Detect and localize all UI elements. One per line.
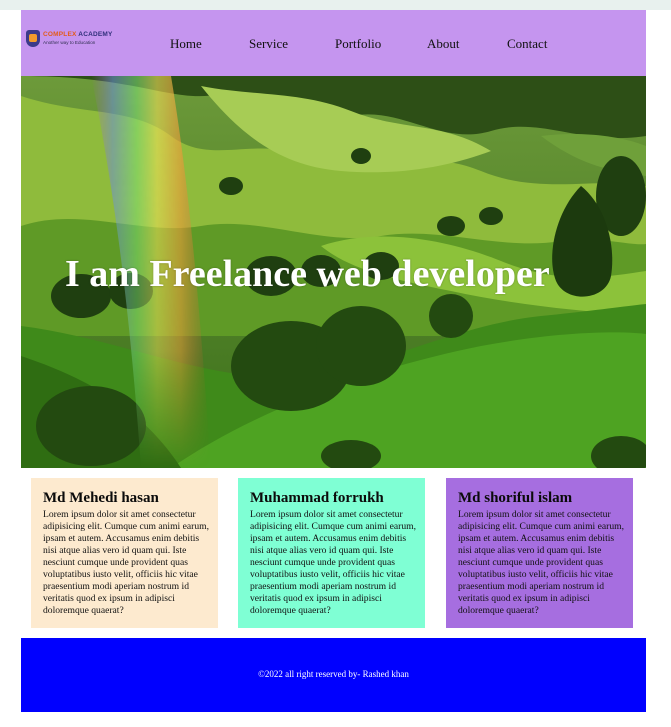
card-body: Lorem ipsum dolor sit amet consectetur a… <box>250 509 416 616</box>
nav-item-service[interactable]: Service <box>249 36 288 52</box>
hero-headline: I am Freelance web developer <box>65 253 550 295</box>
site-footer: ©2022 all right reserved by- Rashed khan <box>21 638 646 712</box>
nav-item-contact[interactable]: Contact <box>507 36 547 52</box>
card-shoriful: Md shoriful islam Lorem ipsum dolor sit … <box>446 478 633 628</box>
card-body: Lorem ipsum dolor sit amet consectetur a… <box>43 509 209 616</box>
card-mehedi: Md Mehedi hasan Lorem ipsum dolor sit am… <box>31 478 218 628</box>
card-name: Muhammad forrukh <box>250 490 384 506</box>
footer-copyright: ©2022 all right reserved by- Rashed khan <box>258 669 409 679</box>
nav-item-about[interactable]: About <box>427 36 460 52</box>
top-strip <box>0 0 671 10</box>
site-header: COMPLEX ACADEMY Another way to Education… <box>21 10 646 76</box>
card-forrukh: Muhammad forrukh Lorem ipsum dolor sit a… <box>238 478 425 628</box>
team-cards: Md Mehedi hasan Lorem ipsum dolor sit am… <box>21 478 646 628</box>
nav-item-portfolio[interactable]: Portfolio <box>335 36 381 52</box>
card-body: Lorem ipsum dolor sit amet consectetur a… <box>458 509 624 616</box>
card-name: Md Mehedi hasan <box>43 490 159 506</box>
nav-item-home[interactable]: Home <box>170 36 202 52</box>
card-name: Md shoriful islam <box>458 490 573 506</box>
hero-banner: I am Freelance web developer <box>21 76 646 468</box>
main-nav: Home Service Portfolio About Contact <box>21 36 646 56</box>
